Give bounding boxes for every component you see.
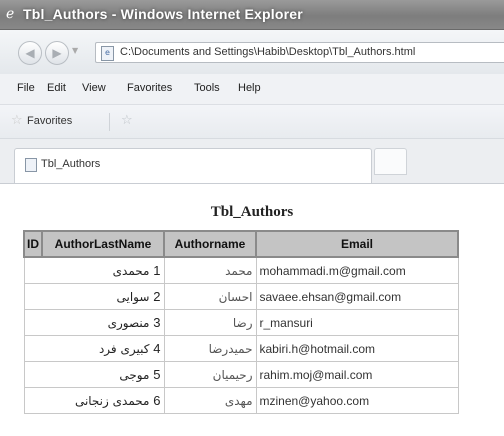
page-content: Tbl_Authors ID AuthorLastName Authorname… <box>0 183 504 436</box>
author-email-cell: r_mansuri <box>255 309 459 336</box>
table-row: 4 کبیری فرد حمیدرضا kabiri.h@hotmail.com <box>23 335 459 362</box>
author-name-cell: مهدی <box>163 387 257 414</box>
author-name-cell: احسان <box>163 283 257 310</box>
author-name-cell: محمد <box>163 256 257 284</box>
tab-tbl-authors[interactable]: Tbl_Authors <box>14 148 372 183</box>
address-url[interactable]: C:\Documents and Settings\Habib\Desktop\… <box>120 46 415 58</box>
author-email-cell: mohammadi.m@gmail.com <box>255 256 459 284</box>
favorites-button[interactable]: Favorites <box>27 115 72 127</box>
header-id: ID <box>23 230 43 258</box>
new-tab-button[interactable] <box>374 148 407 175</box>
author-id-cell: 5 <box>153 367 161 382</box>
author-last-name-cell: 2 سوایی <box>23 283 165 310</box>
menu-tools[interactable]: Tools <box>194 82 220 94</box>
recent-pages-dropdown-icon[interactable]: ▼ <box>72 47 78 55</box>
tab-row: Tbl_Authors <box>0 139 504 183</box>
author-name-cell: رحیمیان <box>163 361 257 388</box>
author-last-name-cell: 4 کبیری فرد <box>23 335 165 362</box>
table-row: 2 سوایی احسان savaee.ehsan@gmail.com <box>23 283 459 310</box>
authors-table: ID AuthorLastName Authorname Email 1 محم… <box>23 230 459 414</box>
author-email-cell: savaee.ehsan@gmail.com <box>255 283 459 310</box>
tab-label: Tbl_Authors <box>41 158 101 170</box>
author-email-cell: kabiri.h@hotmail.com <box>255 335 459 362</box>
author-last-name: سوایی <box>116 290 150 304</box>
navigation-bar: ◀ ▶ ▼ e C:\Documents and Settings\Habib\… <box>0 30 504 74</box>
address-bar[interactable]: e C:\Documents and Settings\Habib\Deskto… <box>95 42 504 63</box>
menu-view[interactable]: View <box>82 82 106 94</box>
back-button[interactable]: ◀ <box>18 41 42 65</box>
author-email-cell: rahim.moj@mail.com <box>255 361 459 388</box>
header-author-name: Authorname <box>163 230 257 258</box>
page-icon <box>25 158 37 172</box>
favorites-star-icon[interactable]: ☆ <box>11 114 23 127</box>
forward-arrow-icon: ▶ <box>52 46 62 60</box>
menu-favorites[interactable]: Favorites <box>127 82 172 94</box>
table-row: 3 منصوری رضا r_mansuri <box>23 309 459 336</box>
author-last-name: محمدی زنجانی <box>74 394 150 408</box>
table-row: 6 محمدی زنجانی مهدی mzinen@yahoo.com <box>23 387 459 414</box>
page-icon: e <box>101 46 114 61</box>
table-header-row: ID AuthorLastName Authorname Email <box>23 230 459 258</box>
author-email-cell: mzinen@yahoo.com <box>255 387 459 414</box>
header-email: Email <box>255 230 459 258</box>
toolbar-separator <box>109 113 110 131</box>
author-last-name-cell: 1 محمدی <box>23 256 165 284</box>
author-name-cell: رضا <box>163 309 257 336</box>
menu-edit[interactable]: Edit <box>47 82 66 94</box>
back-arrow-icon: ◀ <box>25 46 35 60</box>
forward-button[interactable]: ▶ <box>45 41 69 65</box>
table-row: 5 موجی رحیمیان rahim.moj@mail.com <box>23 361 459 388</box>
table-caption: Tbl_Authors <box>210 204 294 220</box>
favorites-bar: ☆ Favorites ☆ <box>0 105 504 139</box>
header-author-last-name: AuthorLastName <box>41 230 165 258</box>
add-favorite-icon[interactable]: ☆ <box>121 114 133 127</box>
author-id-cell: 3 <box>153 315 161 330</box>
author-last-name-cell: 3 منصوری <box>23 309 165 336</box>
window-title: Tbl_Authors - Windows Internet Explorer <box>23 6 303 22</box>
author-last-name-cell: 6 محمدی زنجانی <box>23 387 165 414</box>
author-last-name: کبیری فرد <box>98 342 150 356</box>
author-name-cell: حمیدرضا <box>163 335 257 362</box>
menu-file[interactable]: File <box>17 82 35 94</box>
title-bar: ℯ Tbl_Authors - Windows Internet Explore… <box>0 0 504 30</box>
author-id-cell: 4 <box>153 341 161 356</box>
author-last-name: موجی <box>119 368 150 382</box>
author-id-cell: 1 <box>153 263 161 278</box>
author-last-name-cell: 5 موجی <box>23 361 165 388</box>
author-last-name: منصوری <box>107 316 150 330</box>
author-id-cell: 6 <box>153 393 161 408</box>
author-last-name: محمدی <box>112 264 150 278</box>
ie-logo-icon: ℯ <box>6 6 15 22</box>
author-id-cell: 2 <box>153 289 161 304</box>
table-row: 1 محمدی محمد mohammadi.m@gmail.com <box>23 256 459 284</box>
menu-bar: File Edit View Favorites Tools Help <box>0 74 504 105</box>
menu-help[interactable]: Help <box>238 82 261 94</box>
